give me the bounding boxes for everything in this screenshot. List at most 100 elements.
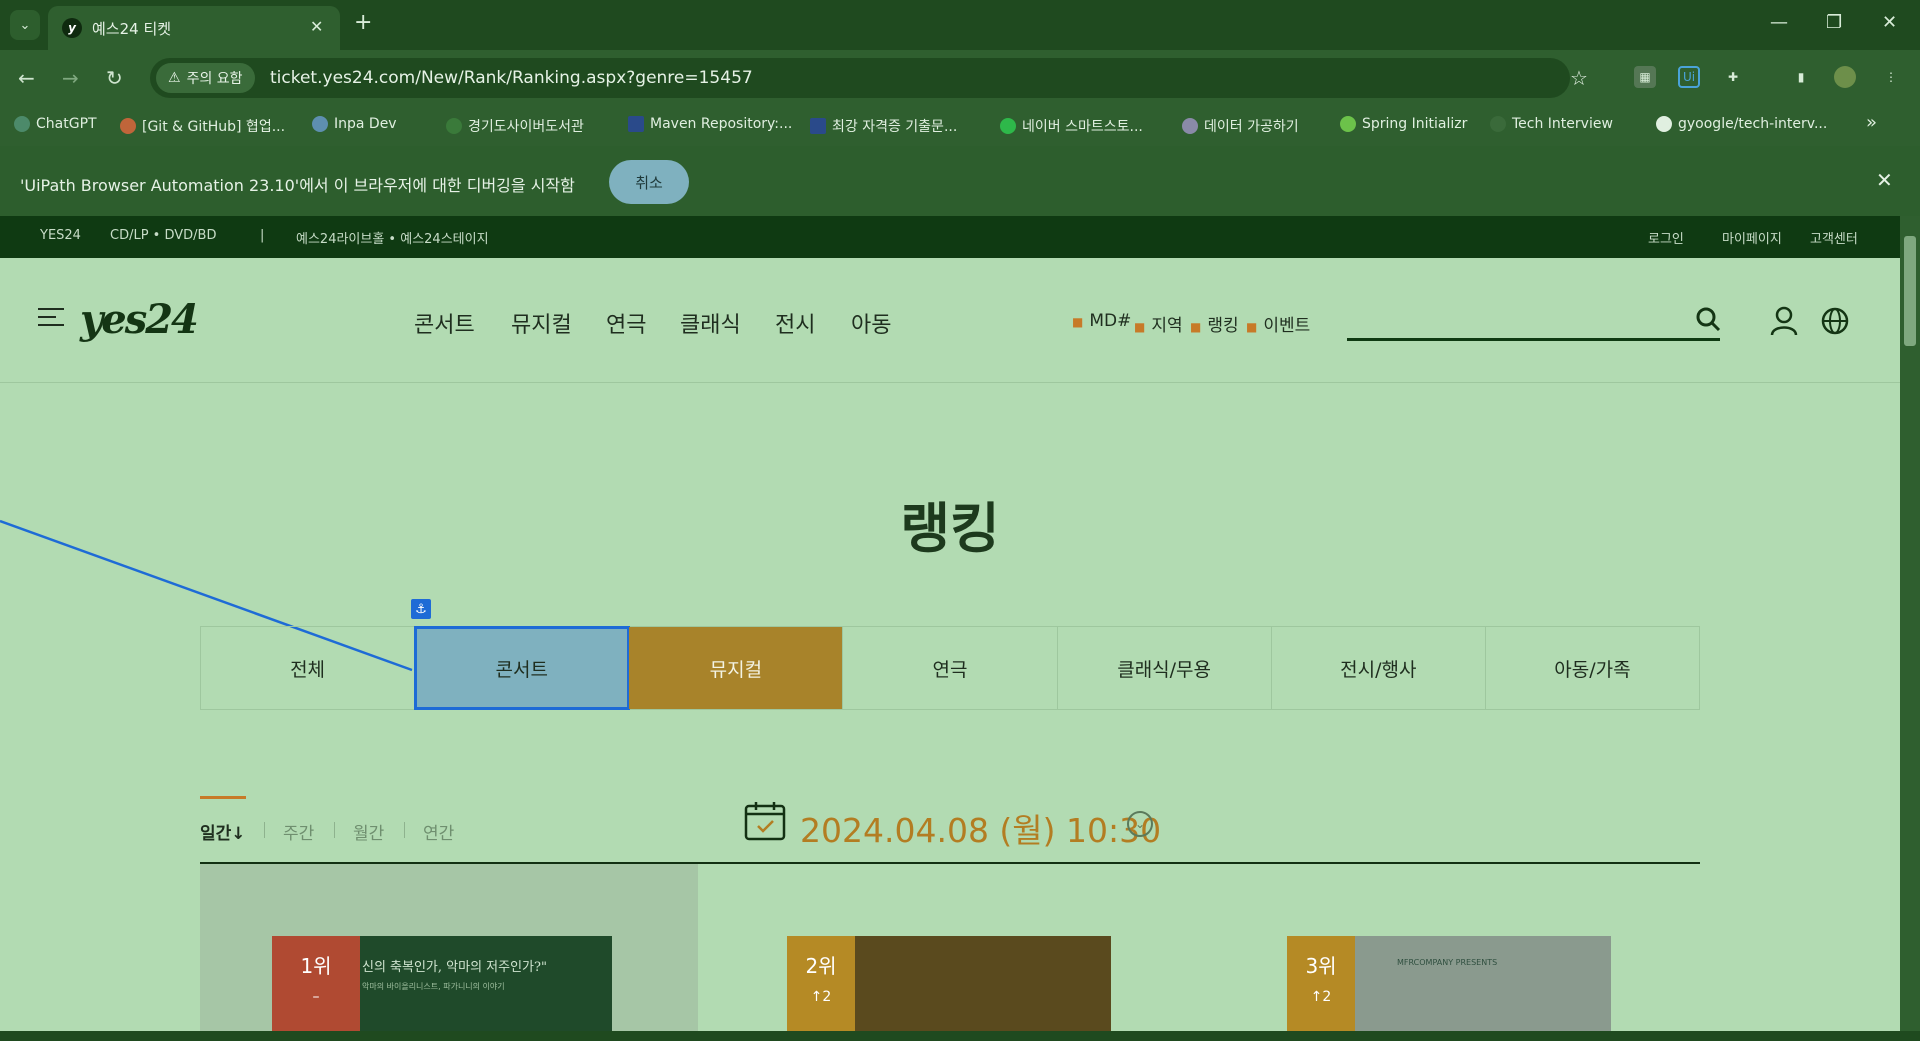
rank-change: ↑2 bbox=[810, 989, 832, 1005]
library-icon bbox=[446, 118, 462, 134]
sub-link-event[interactable]: ■ 이벤트 bbox=[1246, 311, 1310, 336]
tab-all[interactable]: 전체 bbox=[201, 627, 416, 709]
url-text[interactable]: ticket.yes24.com/New/Rank/Ranking.aspx?g… bbox=[270, 68, 753, 88]
reload-icon[interactable]: ↻ bbox=[106, 66, 123, 90]
bookmark-label: Inpa Dev bbox=[334, 116, 397, 132]
rank-number: 2위 bbox=[805, 954, 837, 978]
support-link[interactable]: 고객센터 bbox=[1810, 228, 1858, 247]
period-divider bbox=[334, 822, 335, 838]
gnb-musical[interactable]: 뮤지컬 bbox=[511, 307, 572, 339]
profile-avatar[interactable] bbox=[1834, 66, 1856, 88]
tab-musical[interactable]: 뮤지컬 bbox=[629, 627, 844, 709]
extension-grid-icon[interactable]: ▦ bbox=[1634, 66, 1656, 88]
bookmark-item[interactable]: ChatGPT bbox=[14, 116, 97, 132]
bookmark-item[interactable]: Spring Initializr bbox=[1340, 116, 1467, 132]
yes24-favicon-icon: y bbox=[62, 18, 82, 38]
gnb-concert[interactable]: 콘서트 bbox=[414, 307, 475, 339]
gsc-icon bbox=[810, 118, 826, 134]
gnb-classic[interactable]: 클래식 bbox=[680, 307, 741, 339]
more-bookmarks-icon[interactable]: » bbox=[1866, 112, 1877, 133]
warning-triangle-icon: ⚠ bbox=[168, 70, 181, 86]
rank-card-1[interactable]: 신의 축복인가, 악마의 저주인가?" 악마의 바이올리니스트, 파가니니의 이… bbox=[200, 864, 698, 1031]
rank-card-2[interactable]: 2위 ↑2 bbox=[700, 864, 1198, 1031]
bookmark-label: [Git & GitHub] 협업... bbox=[142, 119, 286, 135]
search-icon[interactable] bbox=[1695, 306, 1721, 332]
user-icon[interactable] bbox=[1770, 306, 1798, 336]
minimize-icon[interactable]: — bbox=[1770, 12, 1788, 33]
window-close-icon[interactable]: ✕ bbox=[1882, 12, 1897, 33]
tech-icon bbox=[1490, 116, 1506, 132]
bookmark-item[interactable]: Maven Repository:... bbox=[628, 116, 792, 132]
rank-card-3[interactable]: MFRCOMPANY PRESENTS 3위 ↑2 bbox=[1200, 864, 1700, 1031]
horizontal-scrollbar[interactable] bbox=[0, 1031, 1920, 1041]
bookmark-item[interactable]: 경기도사이버도서관 bbox=[446, 116, 584, 136]
bookmark-item[interactable]: 데이터 가공하기 bbox=[1182, 116, 1299, 136]
security-warning-chip[interactable]: ⚠ 주의 요함 bbox=[156, 63, 255, 93]
gnb-play[interactable]: 연극 bbox=[606, 307, 646, 339]
rank-badge-2: 2위 ↑2 bbox=[787, 936, 855, 1031]
vertical-scrollbar[interactable] bbox=[1900, 216, 1920, 1031]
login-link[interactable]: 로그인 bbox=[1648, 228, 1684, 247]
sub-link-region[interactable]: ■ 지역 bbox=[1134, 311, 1183, 336]
tab-exhibition-event[interactable]: 전시/행사 bbox=[1272, 627, 1486, 709]
tab-concert[interactable]: 콘서트 bbox=[414, 626, 631, 710]
bookmark-item[interactable]: Inpa Dev bbox=[312, 116, 397, 132]
infobar-message: 'UiPath Browser Automation 23.10'에서 이 브라… bbox=[20, 176, 575, 195]
period-divider bbox=[404, 822, 405, 838]
web-page: YES24 CD/LP • DVD/BD | 예스24라이브홀 • 예스24스테… bbox=[0, 216, 1900, 1031]
bookmark-star-icon[interactable]: ☆ bbox=[1570, 66, 1588, 90]
sub-link-ranking[interactable]: ■ 랭킹 bbox=[1190, 311, 1239, 336]
bookmark-label: 데이터 가공하기 bbox=[1204, 119, 1299, 135]
ranking-date: 2024.04.08 (월) 10:30 bbox=[800, 811, 1162, 850]
poster-headline: 신의 축복인가, 악마의 저주인가?" bbox=[362, 960, 547, 975]
rank-badge-1: 1위 – bbox=[272, 936, 360, 1031]
bookmark-label: 네이버 스마트스토... bbox=[1022, 119, 1143, 135]
address-bar[interactable]: ⚠ 주의 요함 ticket.yes24.com/New/Rank/Rankin… bbox=[150, 58, 1588, 98]
bookmark-item[interactable]: 네이버 스마트스토... bbox=[1000, 116, 1143, 136]
mypage-link[interactable]: 마이페이지 bbox=[1722, 228, 1782, 247]
tab-kids-family[interactable]: 아동/가족 bbox=[1486, 627, 1699, 709]
bookmarks-bar: ChatGPT [Git & GitHub] 협업... Inpa Dev 경기… bbox=[0, 106, 1920, 146]
infobar-close-icon[interactable]: ✕ bbox=[1876, 168, 1893, 192]
restore-icon[interactable]: ❐ bbox=[1826, 12, 1842, 33]
tab-play[interactable]: 연극 bbox=[843, 627, 1058, 709]
new-tab-button[interactable]: + bbox=[354, 12, 372, 34]
period-monthly[interactable]: 월간 bbox=[353, 819, 384, 844]
github-icon bbox=[1656, 116, 1672, 132]
calendar-icon[interactable] bbox=[744, 801, 786, 841]
inpa-icon bbox=[312, 116, 328, 132]
site-search-input[interactable] bbox=[1347, 338, 1720, 341]
browser-tab[interactable]: y 예스24 티켓 ✕ bbox=[48, 6, 340, 50]
rank-change: – bbox=[312, 989, 320, 1005]
period-yearly[interactable]: 연간 bbox=[423, 819, 454, 844]
bookmark-item[interactable]: [Git & GitHub] 협업... bbox=[120, 116, 285, 136]
globe-icon[interactable] bbox=[1820, 306, 1850, 336]
bookmark-label: Spring Initializr bbox=[1362, 116, 1468, 132]
side-panel-icon[interactable]: ▮ bbox=[1790, 66, 1812, 88]
address-toolbar: ← → ↻ ⚠ 주의 요함 ticket.yes24.com/New/Rank/… bbox=[0, 50, 1920, 106]
warning-label: 주의 요함 bbox=[186, 71, 243, 87]
git-icon bbox=[120, 118, 136, 134]
bookmark-item[interactable]: 최강 자격증 기출문... bbox=[810, 116, 957, 136]
bookmark-item[interactable]: Tech Interview bbox=[1490, 116, 1613, 132]
bookmark-label: gyoogle/tech-interv... bbox=[1678, 116, 1828, 132]
uipath-extension-icon[interactable]: Ui bbox=[1678, 66, 1700, 88]
date-dropdown-icon[interactable]: ⌄ bbox=[1127, 811, 1153, 837]
bookmark-label: 경기도사이버도서관 bbox=[468, 119, 584, 135]
extensions-puzzle-icon[interactable]: ✚ bbox=[1722, 66, 1744, 88]
gnb-kids[interactable]: 아동 bbox=[851, 307, 891, 339]
infobar-cancel-button[interactable]: 취소 bbox=[609, 160, 689, 204]
chrome-menu-icon[interactable]: ⋮ bbox=[1880, 66, 1902, 88]
sub-link-md[interactable]: ■ MD# bbox=[1072, 311, 1131, 331]
forward-icon[interactable]: → bbox=[62, 66, 79, 90]
bookmark-item[interactable]: gyoogle/tech-interv... bbox=[1656, 116, 1827, 132]
scrollbar-thumb[interactable] bbox=[1904, 236, 1916, 346]
back-icon[interactable]: ← bbox=[18, 66, 35, 90]
period-divider bbox=[264, 822, 265, 838]
tab-close-icon[interactable]: ✕ bbox=[310, 17, 323, 36]
period-daily[interactable]: 일간↓ bbox=[200, 819, 246, 844]
gnb-exhibition[interactable]: 전시 bbox=[775, 307, 815, 339]
tab-classic-dance[interactable]: 클래식/무용 bbox=[1058, 627, 1272, 709]
tab-search-button[interactable]: ⌄ bbox=[10, 10, 40, 40]
period-weekly[interactable]: 주간 bbox=[283, 819, 314, 844]
